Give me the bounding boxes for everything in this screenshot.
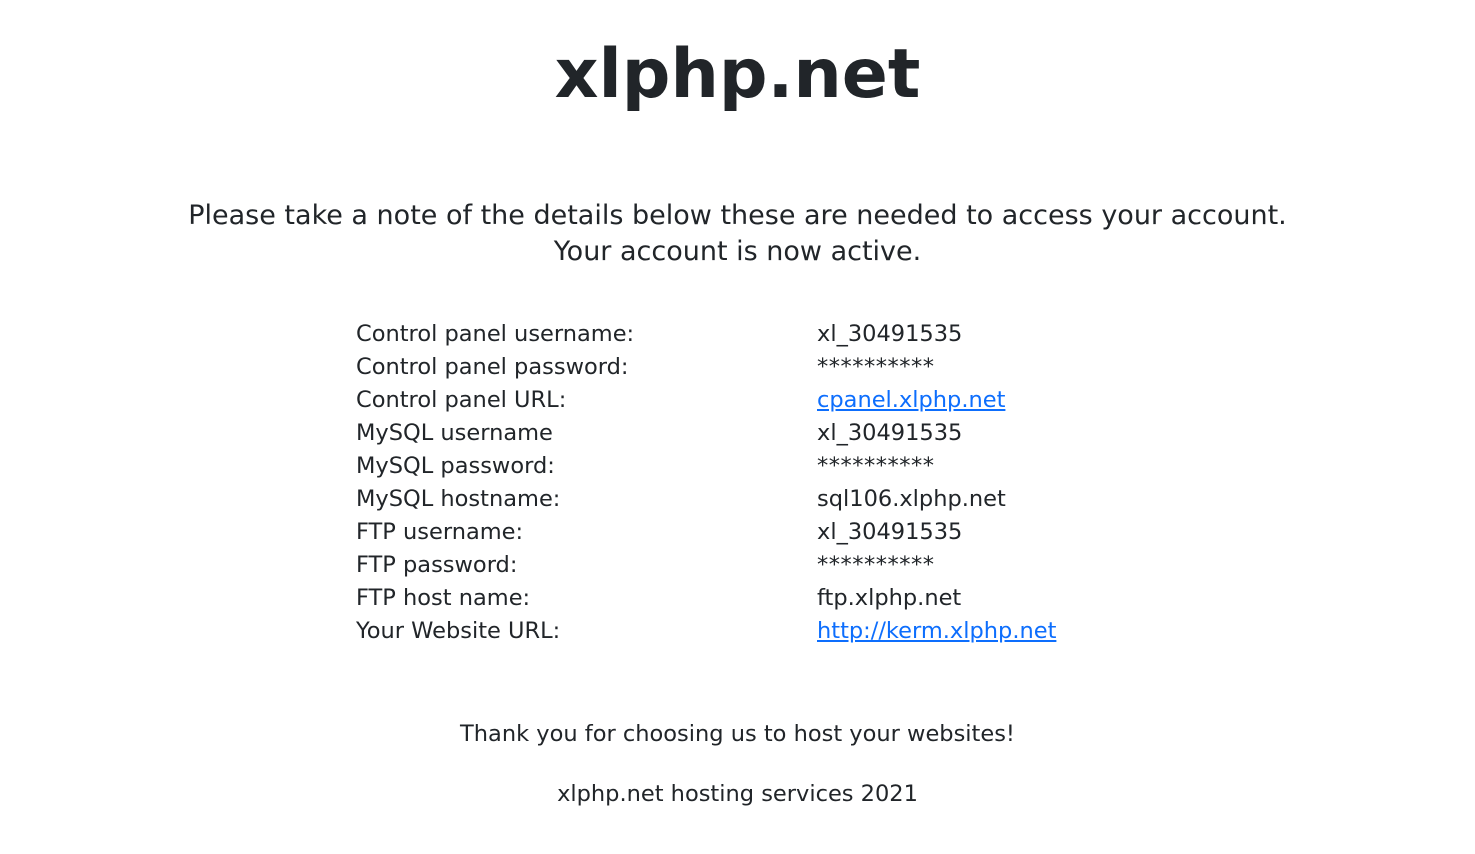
detail-value-masked: ********** [817, 453, 935, 479]
intro-message: Please take a note of the details below … [0, 198, 1475, 270]
detail-row-ftp-hostname: FTP host name: ftp.xlphp.net [356, 582, 1256, 615]
intro-line-1: Please take a note of the details below … [188, 200, 1287, 231]
detail-row-mysql-password: MySQL password: ********** [356, 450, 1256, 483]
detail-value: xl_30491535 [817, 519, 963, 545]
detail-row-mysql-username: MySQL username xl_30491535 [356, 417, 1256, 450]
detail-value: ftp.xlphp.net [817, 585, 962, 611]
detail-label: Control panel username: [356, 321, 635, 347]
detail-value: xl_30491535 [817, 420, 963, 446]
detail-label: FTP host name: [356, 585, 531, 611]
detail-value: cpanel.xlphp.net [817, 384, 1256, 417]
detail-label: MySQL username [356, 420, 553, 446]
detail-value: xl_30491535 [817, 321, 963, 347]
detail-row-mysql-hostname: MySQL hostname: sql106.xlphp.net [356, 483, 1256, 516]
detail-label: Control panel URL: [356, 387, 567, 413]
detail-value: sql106.xlphp.net [817, 486, 1006, 512]
website-url-link[interactable]: http://kerm.xlphp.net [817, 618, 1056, 644]
detail-label: Control panel password: [356, 354, 629, 380]
site-title: xlphp.net [554, 35, 921, 114]
thank-you-message: Thank you for choosing us to host your w… [460, 721, 1015, 747]
cpanel-url-link[interactable]: cpanel.xlphp.net [817, 387, 1005, 413]
detail-value-masked: ********** [817, 552, 935, 578]
detail-row-cpanel-username: Control panel username: xl_30491535 [356, 318, 1256, 351]
detail-value-masked: ********** [817, 354, 935, 380]
detail-label: MySQL password: [356, 453, 555, 479]
intro-line-2: Your account is now active. [553, 236, 922, 267]
detail-label: Your Website URL: [356, 618, 561, 644]
detail-row-ftp-password: FTP password: ********** [356, 549, 1256, 582]
account-details: Control panel username: xl_30491535 Cont… [356, 318, 1256, 648]
detail-value: http://kerm.xlphp.net [817, 615, 1256, 648]
detail-row-ftp-username: FTP username: xl_30491535 [356, 516, 1256, 549]
detail-label: MySQL hostname: [356, 486, 561, 512]
detail-row-cpanel-url: Control panel URL: cpanel.xlphp.net [356, 384, 1256, 417]
detail-label: FTP password: [356, 552, 518, 578]
detail-row-cpanel-password: Control panel password: ********** [356, 351, 1256, 384]
detail-label: FTP username: [356, 519, 524, 545]
detail-row-website-url: Your Website URL: http://kerm.xlphp.net [356, 615, 1256, 648]
footer-copyright: xlphp.net hosting services 2021 [557, 781, 918, 807]
